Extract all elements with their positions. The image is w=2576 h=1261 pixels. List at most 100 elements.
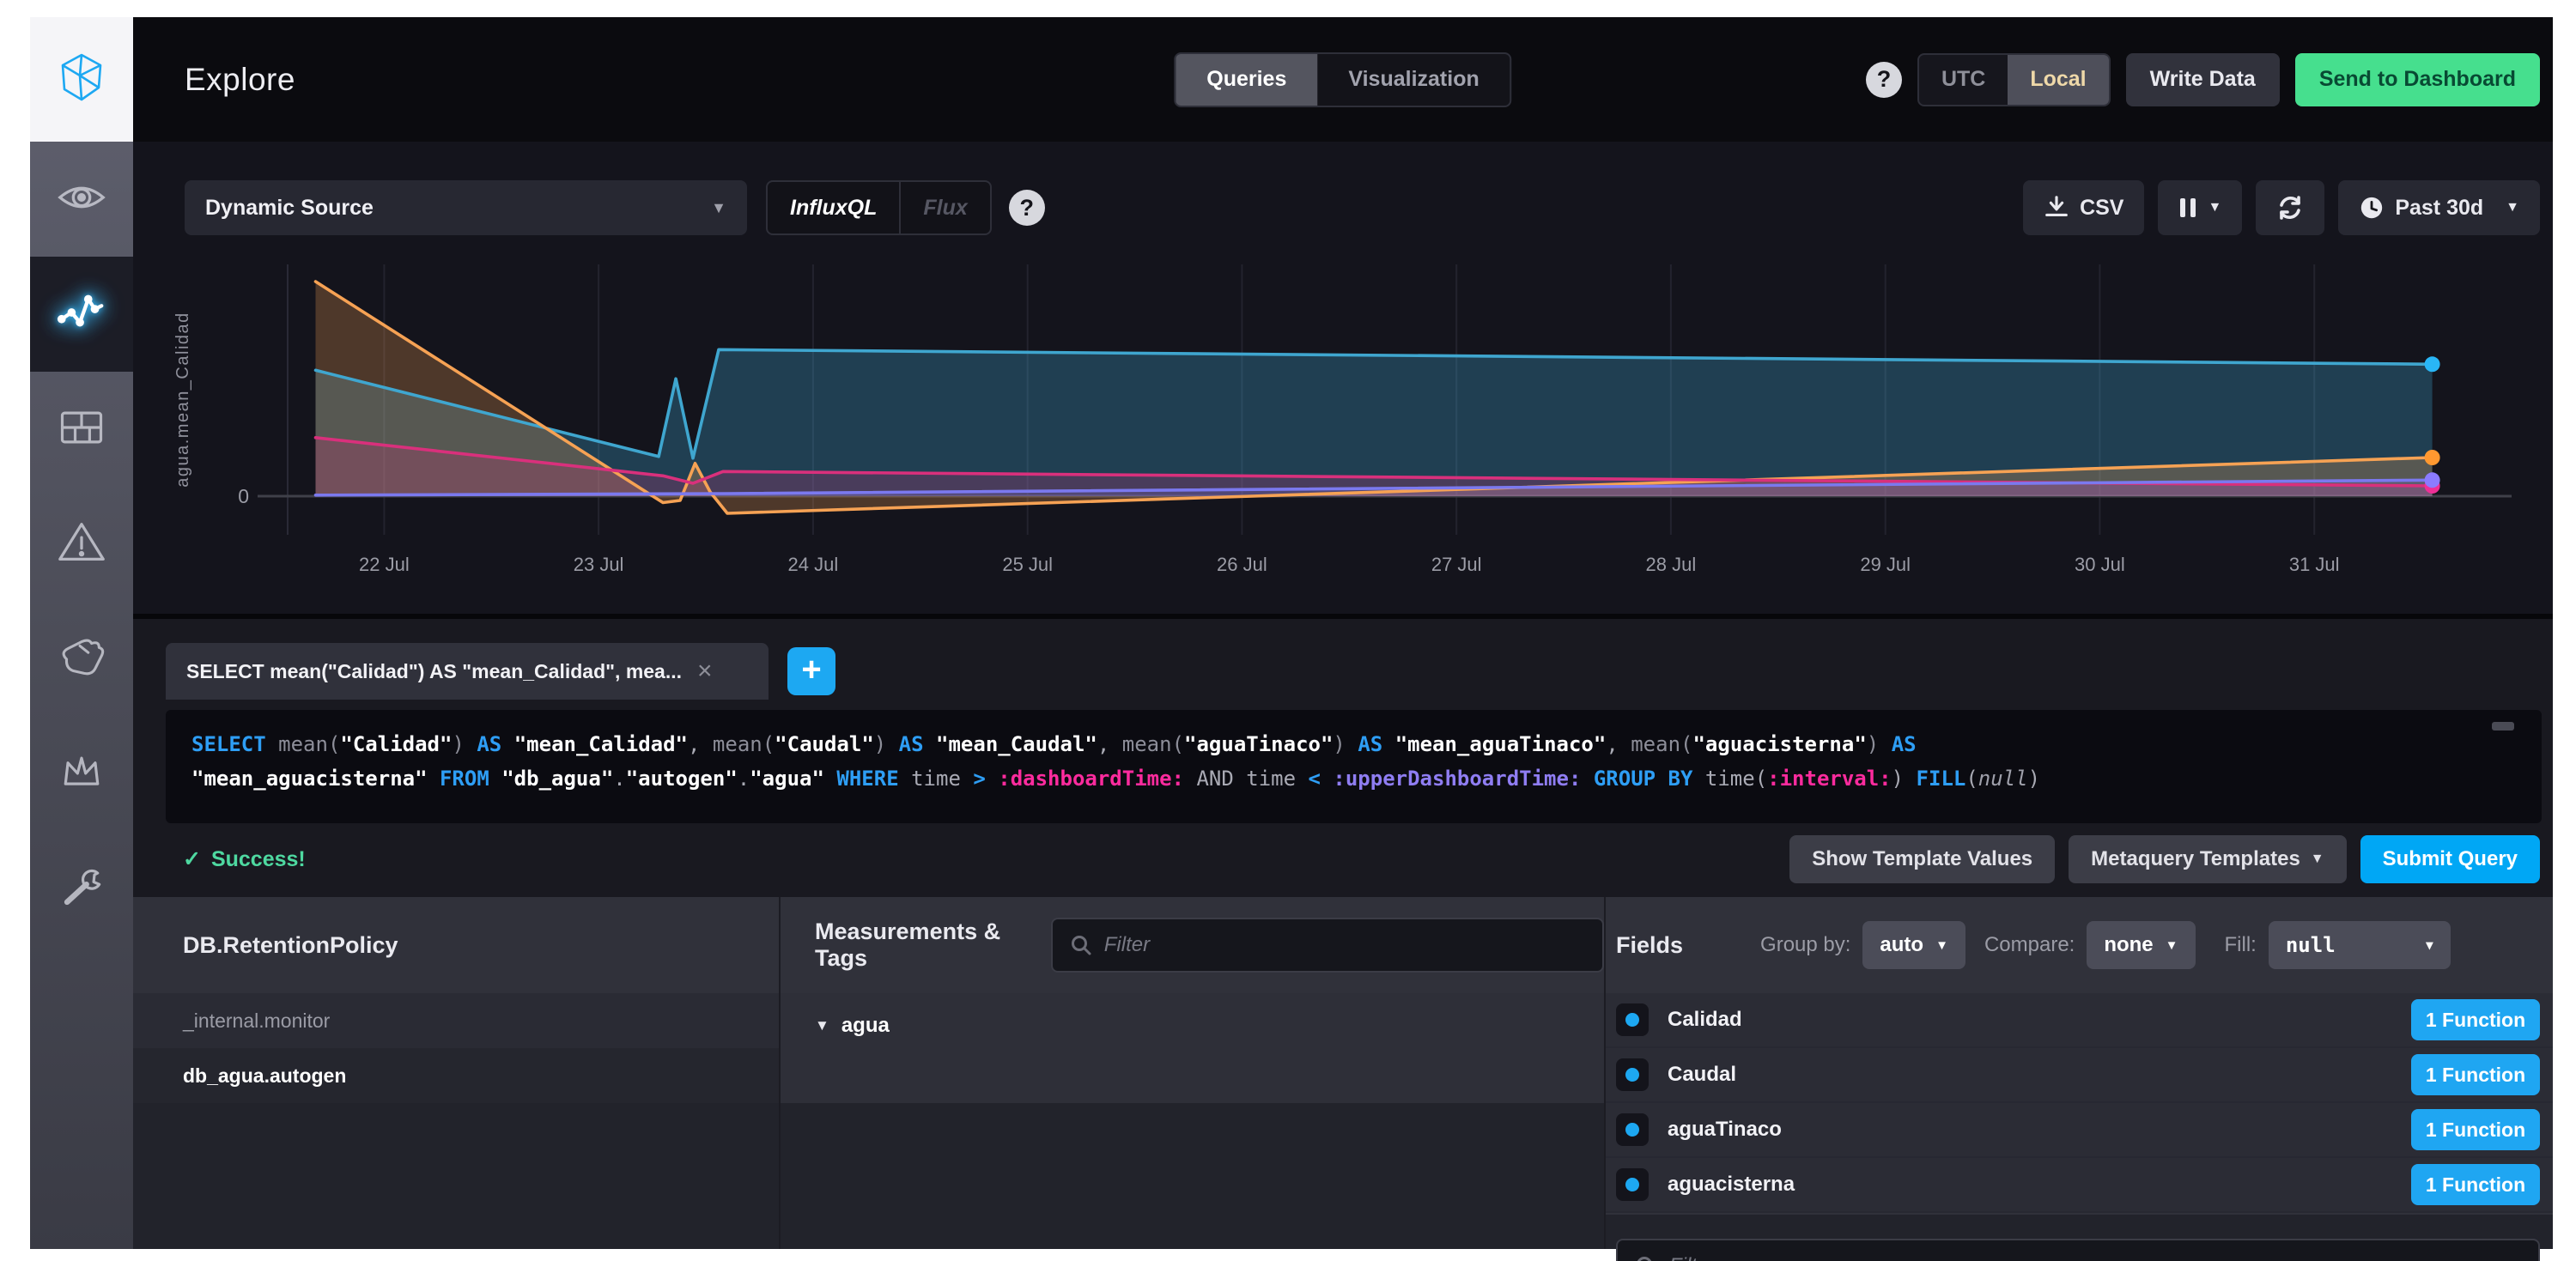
chevron-down-icon: ▼ [2166,938,2178,953]
series-end-dot [2425,450,2440,465]
field-label: Caudal [1668,1063,1736,1087]
graph-controls-row: Dynamic Source ▼ InfluxQL Flux ? [185,180,2540,235]
db-retention-item[interactable]: _internal.monitor [133,993,779,1048]
x-tick-label: 31 Jul [2289,554,2340,575]
sidebar-item-alert-triangle[interactable] [30,487,133,602]
graph-controls-right: CSV ▼ [2023,180,2540,235]
sidebar-item-crown[interactable] [30,717,133,832]
query-code-editor[interactable]: SELECT mean("Calidad") AS "mean_Calidad"… [166,710,2542,823]
field-checkbox[interactable] [1616,1168,1649,1201]
query-token: time( [1705,767,1767,791]
tab-visualization[interactable]: Visualization [1317,54,1510,106]
query-token: FILL [1917,767,1966,791]
code-scrollbar-thumb[interactable] [2492,722,2514,731]
measurements-column-header: Measurements & Tags Filter [781,897,1604,993]
query-token: :dashboardTime: [998,767,1184,791]
query-line-1: SELECT mean("Calidad") AS "mean_Calidad"… [191,727,2516,761]
source-dropdown[interactable]: Dynamic Source ▼ [185,180,747,235]
measurements-column-body [781,1103,1604,1249]
db-column-title: DB.RetentionPolicy [183,932,398,959]
chevron-down-icon: ▼ [711,199,726,217]
compare-label: Compare: [1984,933,2075,957]
query-token: AND time [1184,767,1309,791]
measurements-column-title: Measurements & Tags [815,918,1025,972]
close-icon[interactable]: × [697,658,713,684]
submit-query-button[interactable]: Submit Query [2360,835,2540,883]
pause-dropdown-button[interactable]: ▼ [2158,180,2242,235]
function-count-button[interactable]: 1 Function [2411,1109,2540,1150]
field-label: aguacisterna [1668,1173,1795,1197]
show-template-values-button[interactable]: Show Template Values [1789,835,2055,883]
field-row-aguacisterna[interactable]: aguacisterna 1 Function [1606,1158,2553,1213]
query-token: , [1097,732,1122,756]
db-retention-column: DB.RetentionPolicy _internal.monitordb_a… [133,897,779,1249]
selected-dot-icon [1625,1068,1639,1082]
time-range-dropdown[interactable]: Past 30d ▼ [2338,180,2540,235]
search-icon [1070,934,1092,956]
fields-column-title: Fields [1616,932,1683,959]
time-series-chart[interactable]: 22 Jul23 Jul24 Jul25 Jul26 Jul27 Jul28 J… [167,252,2536,595]
timezone-local-button[interactable]: Local [2008,55,2108,105]
group-by-dropdown[interactable]: auto ▼ [1862,921,1965,969]
fields-filter-input[interactable]: Filter [1616,1239,2540,1261]
chronograf-logo [54,50,109,109]
query-tab[interactable]: SELECT mean("Calidad") AS "mean_Calidad"… [166,643,769,700]
y-zero-tick: 0 [238,485,249,507]
flux-toggle-button[interactable]: Flux [901,182,989,233]
query-help-icon[interactable]: ? [1009,190,1045,226]
download-csv-button[interactable]: CSV [2023,180,2144,235]
influxql-toggle-button[interactable]: InfluxQL [768,182,901,233]
query-token: "mean_Caudal" [936,732,1097,756]
main-area: Explore Queries Visualization ? UTC Loca… [133,17,2553,1249]
function-count-button[interactable]: 1 Function [2411,1164,2540,1205]
help-icon[interactable]: ? [1866,62,1902,98]
field-checkbox[interactable] [1616,1113,1649,1146]
field-row-aguaTinaco[interactable]: aguaTinaco1 Function [1606,1103,2553,1158]
db-retention-item[interactable]: db_agua.autogen [133,1048,779,1103]
function-count-button[interactable]: 1 Function [2411,1054,2540,1095]
measurement-row-agua[interactable]: ▼ agua [781,993,1604,1103]
refresh-icon [2276,194,2304,221]
timezone-utc-button[interactable]: UTC [1919,55,2008,105]
function-count-button[interactable]: 1 Function [2411,999,2540,1040]
write-data-button[interactable]: Write Data [2126,53,2280,106]
chevron-down-icon: ▼ [2208,200,2221,215]
chevron-down-icon: ▼ [2311,852,2324,867]
refresh-button[interactable] [2256,180,2324,235]
send-to-dashboard-button[interactable]: Send to Dashboard [2295,53,2540,106]
sidebar-item-wrench[interactable] [30,832,133,947]
add-query-tab-button[interactable]: + [787,647,835,695]
sidebar-logo-tile[interactable] [30,17,133,142]
clock-icon [2359,195,2385,221]
x-tick-label: 30 Jul [2075,554,2125,575]
query-token: "aguaTinaco" [1184,732,1333,756]
query-token: ( [1965,767,1978,791]
tab-queries[interactable]: Queries [1176,54,1317,106]
group-by-label: Group by: [1760,933,1850,957]
query-token: "db_agua" [501,767,613,791]
sidebar-item-dashboards-grid[interactable] [30,372,133,487]
query-token: > [973,767,998,791]
sidebar-nav [30,17,133,1249]
chevron-down-icon: ▼ [815,1017,829,1034]
query-token: , [688,732,713,756]
eye-icon [55,171,108,228]
query-token: AS [477,732,513,756]
query-line-2: "mean_aguacisterna" FROM "db_agua"."auto… [191,761,2516,796]
query-token: FROM [440,767,501,791]
query-status-row: ✓ Success! Show Template Values Metaquer… [183,835,2540,883]
chevron-down-icon: ▼ [2506,200,2519,215]
field-row-Calidad[interactable]: Calidad1 Function [1606,993,2553,1048]
metaquery-templates-dropdown[interactable]: Metaquery Templates ▼ [2069,835,2346,883]
measurements-filter-input[interactable]: Filter [1051,918,1604,973]
field-row-Caudal[interactable]: Caudal 1 Function [1606,1048,2553,1103]
compare-dropdown[interactable]: none ▼ [2087,921,2195,969]
sidebar-item-hand[interactable] [30,602,133,717]
fill-dropdown[interactable]: null ▼ [2269,921,2451,969]
field-checkbox[interactable] [1616,1003,1649,1036]
series-end-dot [2425,472,2440,488]
sidebar-item-eye[interactable] [30,142,133,257]
fields-column-header: Fields Group by: auto ▼ Compare: none ▼ [1606,897,2553,993]
sidebar-item-graph-pulse[interactable] [30,257,133,372]
field-checkbox[interactable] [1616,1058,1649,1091]
